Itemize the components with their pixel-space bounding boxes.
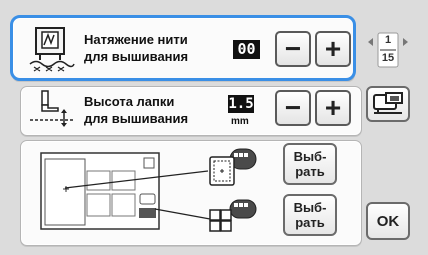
select-frame-button-2[interactable]: Выб- рать [283, 194, 337, 236]
frame-grid-icon [208, 198, 260, 234]
page-total: 15 [381, 52, 395, 64]
foot-height-value: 1.5 [228, 95, 254, 113]
page-prev-icon[interactable] [368, 38, 373, 46]
ok-button[interactable]: OK [366, 202, 410, 240]
thread-tension-value: 00 [233, 40, 260, 59]
foot-height-label-line1: Высота лапки [84, 94, 175, 109]
select-frame-button-1-line2: рать [295, 164, 325, 179]
foot-height-label-line2: для вышивания [84, 111, 189, 126]
select-frame-button-1[interactable]: Выб- рать [283, 143, 337, 185]
thread-tension-plus-button[interactable]: + [315, 31, 351, 67]
sewing-machine-icon [373, 92, 403, 114]
embroidery-settings-screen: Натяжение нити для вышивания 00 − + 1 15… [0, 0, 428, 255]
presser-foot-icon [28, 88, 76, 130]
thread-tension-label-line1: Натяжение нити [84, 32, 188, 47]
foot-height-unit: mm [231, 116, 249, 127]
thread-tension-minus-button[interactable]: − [275, 31, 311, 67]
select-frame-button-2-line2: рать [295, 215, 325, 230]
frame-small-icon [208, 147, 260, 187]
page-current: 1 [384, 34, 392, 46]
page-next-icon[interactable] [403, 38, 408, 46]
thread-tension-label-line2: для вышивания [84, 49, 189, 64]
select-frame-button-1-line1: Выб- [293, 149, 327, 164]
foot-height-plus-button[interactable]: + [315, 90, 351, 126]
thread-tension-icon [26, 26, 76, 72]
machine-settings-button[interactable] [366, 86, 410, 122]
thread-tension-label: Натяжение нити для вышивания [84, 31, 188, 65]
page-navigator[interactable]: 1 15 [366, 30, 410, 70]
connector-lines [64, 170, 211, 220]
select-frame-button-2-line1: Выб- [293, 200, 327, 215]
foot-height-minus-button[interactable]: − [275, 90, 311, 126]
foot-height-label: Высота лапки для вышивания [84, 93, 188, 127]
